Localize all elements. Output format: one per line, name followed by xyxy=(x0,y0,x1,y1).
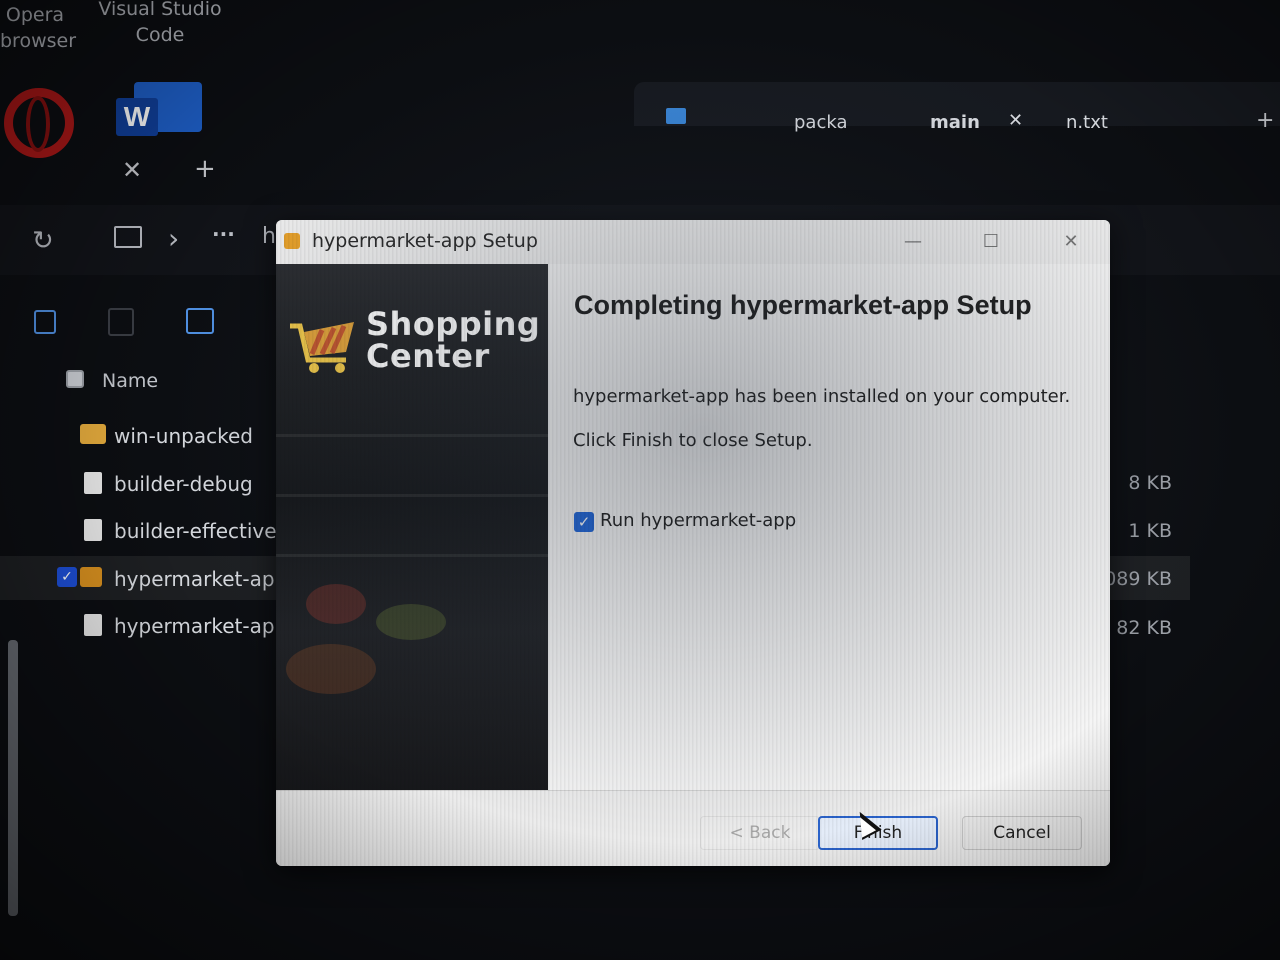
shopping-center-logo: Shopping Center xyxy=(366,308,540,372)
opera-label-line1: Opera xyxy=(5,4,65,26)
close-button[interactable]: ✕ xyxy=(1048,226,1094,258)
editor-new-tab-icon[interactable]: + xyxy=(1256,108,1274,133)
paste-icon[interactable] xyxy=(108,308,134,336)
select-all-checkbox[interactable] xyxy=(66,370,84,388)
row-checkbox[interactable]: ✓ xyxy=(57,567,77,587)
run-app-label[interactable]: Run hypermarket-app xyxy=(600,510,796,531)
editor-tab-close-icon[interactable]: ✕ xyxy=(1008,110,1023,131)
word-icon[interactable]: W xyxy=(116,82,202,136)
file-icon xyxy=(84,614,102,636)
setup-dialog: hypermarket-app Setup — ☐ ✕ Shopping Cen… xyxy=(276,220,1110,866)
banner-produce xyxy=(376,604,446,640)
column-header-name[interactable]: Name xyxy=(102,370,158,392)
explorer-new-tab-icon[interactable]: + xyxy=(194,154,216,184)
dialog-title: hypermarket-app Setup xyxy=(312,230,538,252)
word-icon-letter: W xyxy=(116,98,158,136)
editor-tab-main[interactable]: main xyxy=(930,112,980,133)
this-pc-icon[interactable] xyxy=(114,226,142,248)
cancel-button[interactable]: Cancel xyxy=(962,816,1082,850)
rename-icon[interactable] xyxy=(186,308,214,334)
file-icon xyxy=(84,519,102,541)
banner-shelf xyxy=(276,434,548,437)
logo-line1: Shopping xyxy=(366,305,541,343)
editor-tab-package[interactable]: packa xyxy=(794,112,848,133)
folder-icon xyxy=(80,424,106,444)
logo-line2: Center xyxy=(366,337,490,375)
scrollbar[interactable] xyxy=(8,640,18,916)
breadcrumb-path[interactable]: h xyxy=(262,224,276,249)
file-name[interactable]: builder-debug xyxy=(114,472,253,496)
banner-shelf xyxy=(276,494,548,497)
back-button[interactable]: < Back xyxy=(700,816,820,850)
shopping-cart-logo-icon xyxy=(290,322,354,373)
file-size: 8 KB xyxy=(1128,472,1172,494)
run-app-checkbox[interactable]: ✓ xyxy=(574,512,594,532)
file-size: 1 KB xyxy=(1128,520,1172,542)
banner-produce xyxy=(306,584,366,624)
refresh-icon[interactable]: ↻ xyxy=(32,226,54,256)
explorer-tab-close-icon[interactable]: ✕ xyxy=(122,156,142,184)
breadcrumb-chevron-icon: › xyxy=(168,222,180,255)
vscode-label-line2: Code xyxy=(135,24,185,46)
banner-shelf xyxy=(276,554,548,557)
page-title: Completing hypermarket-app Setup xyxy=(574,290,1032,320)
maximize-button[interactable]: ☐ xyxy=(968,226,1014,258)
editor-file-icon xyxy=(666,108,686,124)
dialog-content: Completing hypermarket-app Setup hyperma… xyxy=(548,264,1110,790)
opera-desktop-label: Opera browser xyxy=(0,2,77,54)
vscode-label-line1: Visual Studio xyxy=(98,0,222,20)
vscode-desktop-label: Visual Studio Code xyxy=(98,0,222,48)
file-size: 089 KB xyxy=(1104,568,1172,590)
file-name[interactable]: win-unpacked xyxy=(114,424,253,448)
minimize-button[interactable]: — xyxy=(890,226,936,258)
copy-icon[interactable] xyxy=(34,310,56,334)
setup-banner-image: Shopping Center xyxy=(276,264,548,790)
opera-icon-inner xyxy=(26,96,50,152)
app-icon xyxy=(80,567,102,587)
installed-message: hypermarket-app has been installed on yo… xyxy=(573,386,1071,407)
file-icon xyxy=(84,472,102,494)
finish-hint: Click Finish to close Setup. xyxy=(573,430,813,451)
banner-produce xyxy=(286,644,376,694)
breadcrumb-more-icon[interactable]: ··· xyxy=(212,222,235,246)
editor-tab-txt[interactable]: n.txt xyxy=(1066,112,1108,133)
dialog-footer: < Back Finish Cancel xyxy=(276,790,1110,866)
opera-label-line2: browser xyxy=(0,30,77,52)
file-size: 82 KB xyxy=(1116,617,1172,639)
dialog-titlebar[interactable]: hypermarket-app Setup — ☐ ✕ xyxy=(276,220,1110,264)
finish-button[interactable]: Finish xyxy=(818,816,938,850)
app-title-icon xyxy=(284,233,300,249)
